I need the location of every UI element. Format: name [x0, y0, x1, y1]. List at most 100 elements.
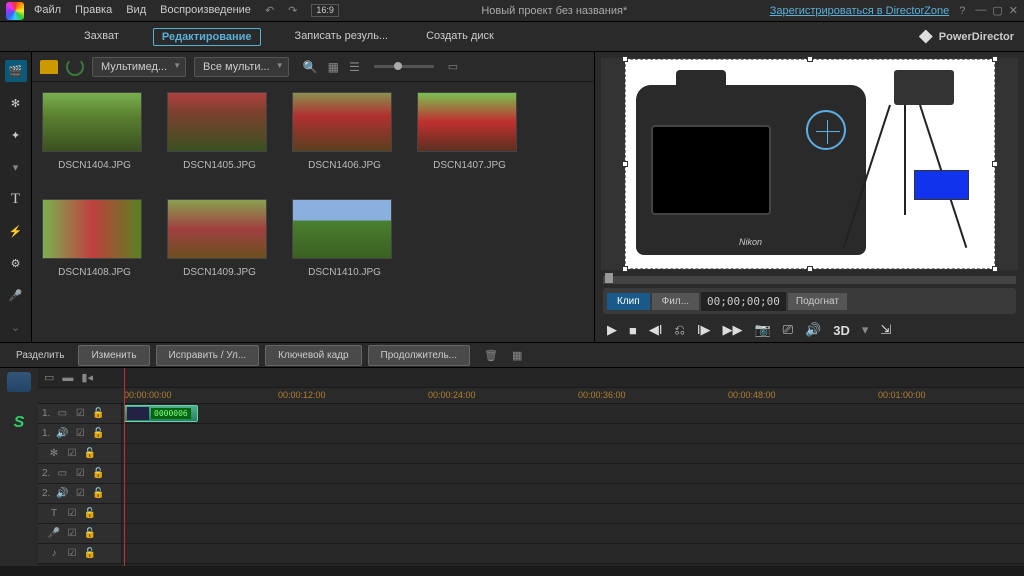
track-header[interactable]: ✻☑🔓: [38, 444, 122, 463]
media-item[interactable]: DSCN1410.JPG: [292, 199, 397, 278]
effect-room-icon[interactable]: ✻: [5, 92, 27, 114]
track-lock-icon[interactable]: 🔓: [92, 428, 104, 440]
redo-icon[interactable]: ↷: [288, 4, 297, 17]
undock-icon[interactable]: ⇲: [880, 322, 891, 338]
track-header[interactable]: 2.▭☑🔓: [38, 464, 122, 483]
track-lane[interactable]: [122, 544, 1024, 563]
particle-room-icon[interactable]: ▾: [5, 156, 27, 178]
track-header[interactable]: 1.▭☑🔓: [38, 404, 122, 423]
audio-room-icon[interactable]: ⚙: [5, 252, 27, 274]
track-visible-icon[interactable]: ☑: [74, 408, 86, 420]
stop-icon[interactable]: ■: [629, 323, 637, 338]
resize-handle[interactable]: [622, 56, 628, 62]
pip-room-icon[interactable]: ✦: [5, 124, 27, 146]
track-visible-icon[interactable]: ☑: [74, 468, 86, 480]
media-room-icon[interactable]: 🎬: [5, 60, 27, 82]
media-type-dropdown[interactable]: Все мульти...: [194, 57, 289, 77]
preview-viewport[interactable]: Nikon: [601, 58, 1018, 270]
fix-enhance-button[interactable]: Исправить / Ул...: [156, 345, 260, 366]
track-header[interactable]: ♪☑🔓: [38, 544, 122, 563]
preview-canvas[interactable]: Nikon: [625, 59, 995, 269]
voice-room-icon[interactable]: 🎤: [5, 284, 27, 306]
volume-icon[interactable]: 🔊: [805, 322, 821, 338]
track-header[interactable]: 1.🔊☑🔓: [38, 424, 122, 443]
chapter-room-icon[interactable]: ⌄: [5, 316, 27, 338]
minimize-icon[interactable]: —: [975, 4, 986, 17]
timeline-playhead[interactable]: [124, 368, 125, 566]
timeline-view-icon[interactable]: [7, 372, 31, 392]
title-room-icon[interactable]: T: [5, 188, 27, 210]
track-lock-icon[interactable]: 🔓: [84, 548, 96, 560]
media-item[interactable]: DSCN1408.JPG: [42, 199, 147, 278]
media-item[interactable]: DSCN1406.JPG: [292, 92, 397, 171]
prev-icon[interactable]: ⎌: [674, 322, 684, 338]
library-filter-dropdown[interactable]: Мультимед...: [92, 57, 186, 77]
track-header[interactable]: 2.🔊☑🔓: [38, 484, 122, 503]
track-lane[interactable]: [122, 444, 1024, 463]
library-menu-icon[interactable]: ▭: [448, 60, 458, 73]
track-lane[interactable]: [122, 464, 1024, 483]
undo-icon[interactable]: ↶: [265, 4, 274, 17]
resize-handle[interactable]: [622, 161, 628, 167]
track-lock-icon[interactable]: 🔓: [92, 488, 104, 500]
media-item[interactable]: DSCN1404.JPG: [42, 92, 147, 171]
media-item[interactable]: DSCN1405.JPG: [167, 92, 272, 171]
timeline-ruler[interactable]: 00:00:00:00 00:00:12:00 00:00:24:00 00:0…: [38, 388, 1024, 404]
resize-handle[interactable]: [807, 266, 813, 272]
help-icon[interactable]: ?: [959, 5, 965, 17]
keyframe-button[interactable]: Ключевой кадр: [265, 345, 361, 366]
track-lock-icon[interactable]: 🔓: [92, 408, 104, 420]
delete-icon[interactable]: 🗑: [484, 349, 498, 362]
storyboard-view-icon[interactable]: S: [14, 414, 25, 432]
prev-frame-icon[interactable]: ◀I: [649, 322, 663, 338]
track-lock-icon[interactable]: 🔓: [84, 508, 96, 520]
track-visible-icon[interactable]: ☑: [74, 428, 86, 440]
track-lock-icon[interactable]: 🔓: [84, 448, 96, 460]
track-lock-icon[interactable]: 🔓: [84, 528, 96, 540]
preview-tab-clip[interactable]: Клип: [607, 293, 650, 310]
preview-scrubber[interactable]: [603, 276, 1016, 284]
modify-button[interactable]: Изменить: [78, 345, 149, 366]
track-visible-icon[interactable]: ☑: [66, 548, 78, 560]
menu-file[interactable]: Файл: [34, 4, 61, 17]
track-visible-icon[interactable]: ☑: [74, 488, 86, 500]
maximize-icon[interactable]: ▢: [992, 4, 1002, 17]
media-item[interactable]: DSCN1407.JPG: [417, 92, 522, 171]
timeline-marker-icon[interactable]: ▮◂: [81, 371, 93, 384]
display-options-icon[interactable]: ⎚: [783, 322, 793, 338]
aspect-ratio-dropdown[interactable]: 16:9: [311, 4, 339, 17]
tab-disc[interactable]: Создать диск: [422, 28, 498, 46]
menu-view[interactable]: Вид: [126, 4, 146, 17]
transition-room-icon[interactable]: ⚡: [5, 220, 27, 242]
close-icon[interactable]: ✕: [1009, 4, 1018, 17]
import-folder-icon[interactable]: [40, 60, 58, 74]
resize-handle[interactable]: [807, 56, 813, 62]
resize-handle[interactable]: [992, 161, 998, 167]
fast-forward-icon[interactable]: ▶▶: [722, 322, 742, 338]
directorzone-link[interactable]: Зарегистрироваться в DirectorZone: [770, 5, 950, 17]
next-frame-icon[interactable]: I▶: [697, 322, 711, 338]
play-icon[interactable]: ▶: [607, 322, 617, 338]
track-visible-icon[interactable]: ☑: [66, 508, 78, 520]
timeline-clip[interactable]: 0000006: [124, 405, 198, 422]
tab-capture[interactable]: Захват: [80, 28, 123, 46]
resize-handle[interactable]: [992, 56, 998, 62]
grid-view-icon[interactable]: ▦: [328, 60, 339, 74]
media-item[interactable]: DSCN1409.JPG: [167, 199, 272, 278]
preview-timecode[interactable]: 00;00;00;00: [701, 292, 786, 311]
list-view-icon[interactable]: ☰: [349, 60, 360, 74]
track-header[interactable]: 🎤☑🔓: [38, 524, 122, 543]
more-actions-icon[interactable]: ▦: [512, 349, 522, 362]
track-lane[interactable]: [122, 504, 1024, 523]
menu-edit[interactable]: Правка: [75, 4, 112, 17]
track-lane[interactable]: [122, 424, 1024, 443]
quality-dropdown-icon[interactable]: ▾: [862, 322, 869, 338]
track-lane[interactable]: 0000006: [122, 404, 1024, 423]
track-lock-icon[interactable]: 🔓: [92, 468, 104, 480]
track-lane[interactable]: [122, 524, 1024, 543]
track-visible-icon[interactable]: ☑: [66, 448, 78, 460]
3d-icon[interactable]: 3D: [833, 323, 850, 338]
resize-handle[interactable]: [622, 266, 628, 272]
track-lane[interactable]: [122, 484, 1024, 503]
resize-handle[interactable]: [992, 266, 998, 272]
